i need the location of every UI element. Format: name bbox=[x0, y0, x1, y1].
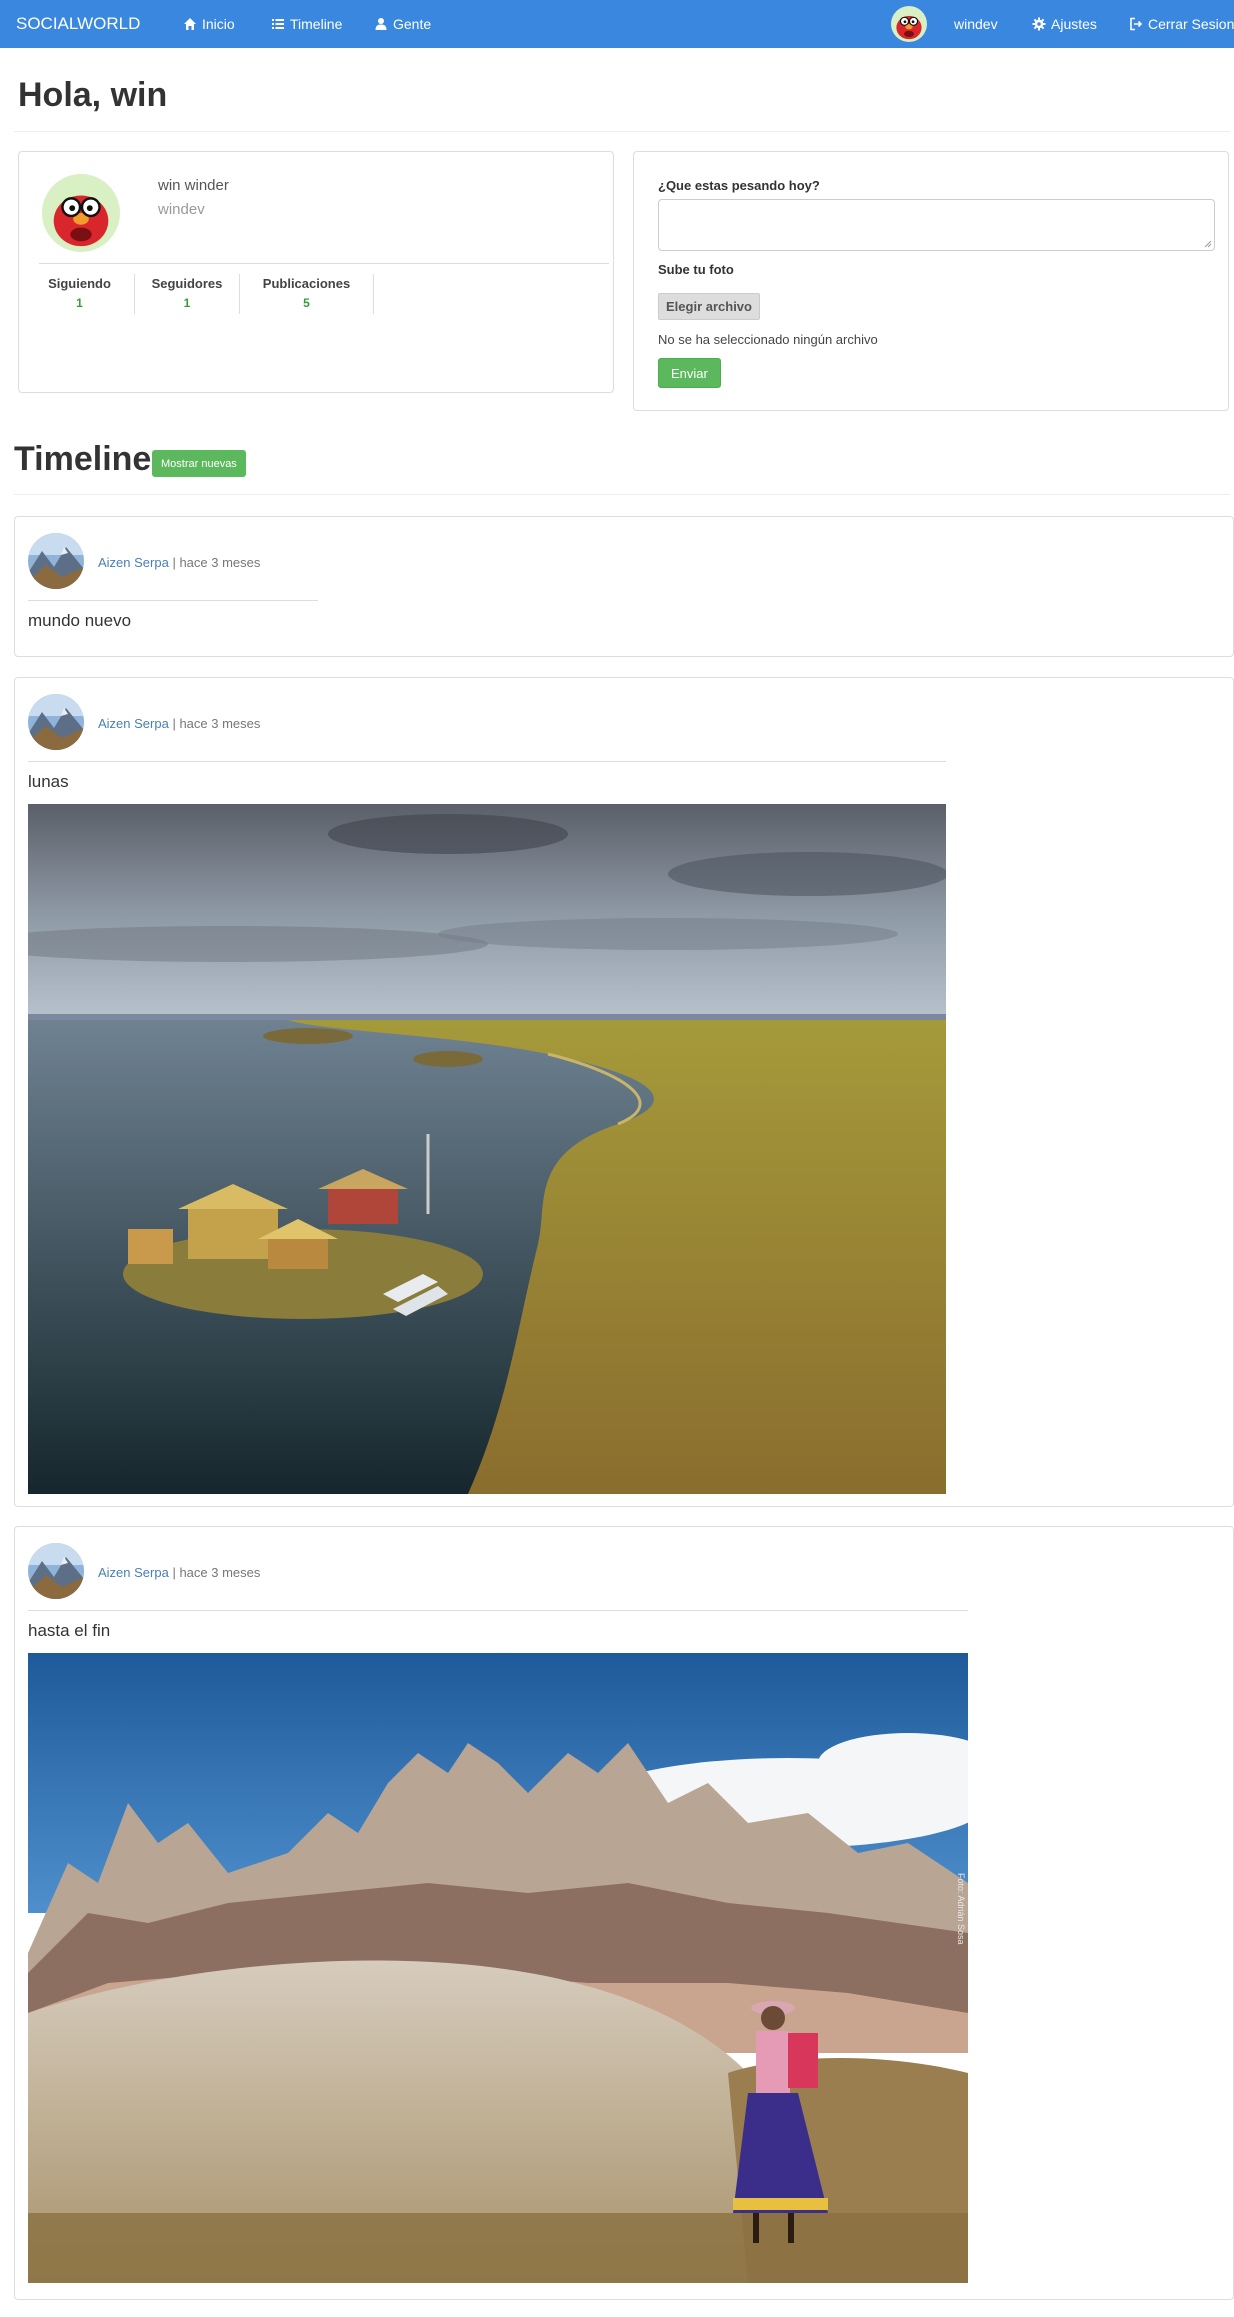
post-meta-separator: | bbox=[168, 716, 180, 731]
nav-timeline[interactable]: Timeline bbox=[271, 0, 342, 48]
stat-publicaciones[interactable]: Publicaciones 5 bbox=[240, 274, 374, 314]
stat-label: Siguiendo bbox=[48, 276, 111, 291]
send-button[interactable]: Enviar bbox=[658, 358, 721, 388]
timeline-title: Timeline bbox=[14, 440, 152, 478]
post-author-link[interactable]: Aizen Serpa bbox=[98, 1565, 169, 1580]
choose-file-button[interactable]: Elegir archivo bbox=[658, 293, 760, 320]
post-time: hace 3 meses bbox=[179, 555, 261, 570]
post-photo[interactable] bbox=[28, 804, 946, 1494]
rock-formations-photo: Foto: Adrián Sosa bbox=[28, 1653, 968, 2283]
post-text: lunas bbox=[28, 772, 69, 791]
nav-gente[interactable]: Gente bbox=[374, 0, 431, 48]
post-avatar[interactable] bbox=[28, 533, 84, 589]
post-divider bbox=[28, 600, 318, 601]
nav-inicio[interactable]: Inicio bbox=[183, 0, 235, 48]
post-meta-separator: | bbox=[168, 555, 180, 570]
profile-avatar[interactable] bbox=[42, 174, 120, 252]
post-author-link[interactable]: Aizen Serpa bbox=[98, 716, 169, 731]
user-icon bbox=[375, 18, 387, 30]
avatar-image bbox=[42, 174, 120, 252]
post-card: Aizen Serpa | hace 3 meses mundo nuevo bbox=[14, 516, 1234, 657]
nav-gente-label: Gente bbox=[393, 16, 432, 32]
photo-label: Sube tu foto bbox=[658, 262, 734, 277]
resize-handle-icon[interactable] bbox=[1204, 240, 1212, 248]
nav-ajustes-label: Ajustes bbox=[1051, 16, 1097, 32]
post-divider bbox=[28, 761, 946, 762]
post-author-link[interactable]: Aizen Serpa bbox=[98, 555, 169, 570]
profile-nick: windev bbox=[158, 201, 205, 218]
post-avatar[interactable] bbox=[28, 694, 84, 750]
nav-timeline-label: Timeline bbox=[290, 16, 343, 32]
profile-divider bbox=[39, 263, 609, 264]
stat-label: Seguidores bbox=[151, 276, 223, 291]
post-divider bbox=[28, 1610, 968, 1611]
avatar-image bbox=[891, 6, 927, 42]
stat-siguiendo[interactable]: Siguiendo 1 bbox=[25, 274, 135, 314]
post-meta-separator: | bbox=[168, 1565, 180, 1580]
lake-islands-photo bbox=[28, 804, 946, 1494]
file-status: No se ha seleccionado ningún archivo bbox=[658, 332, 878, 347]
divider bbox=[14, 131, 1230, 132]
brand-link[interactable]: SOCIALWORLD bbox=[16, 0, 140, 48]
page-title: Hola, win bbox=[18, 76, 168, 114]
post-time: hace 3 meses bbox=[179, 1565, 261, 1580]
home-icon bbox=[184, 18, 196, 30]
logout-icon bbox=[1130, 17, 1143, 31]
post-time: hace 3 meses bbox=[179, 716, 261, 731]
composer-panel: ¿Que estas pesando hoy? Sube tu foto Ele… bbox=[633, 151, 1229, 411]
stat-value: 1 bbox=[76, 296, 83, 310]
post-card: Aizen Serpa | hace 3 meses lunas bbox=[14, 677, 1234, 1507]
nav-inicio-label: Inicio bbox=[202, 16, 235, 32]
post-photo[interactable]: Foto: Adrián Sosa bbox=[28, 1653, 968, 2283]
nav-cerrar-sesion[interactable]: Cerrar Sesion bbox=[1129, 0, 1234, 48]
stat-seguidores[interactable]: Seguidores 1 bbox=[135, 274, 240, 314]
avatar-image bbox=[28, 694, 84, 750]
post-meta: Aizen Serpa | hace 3 meses bbox=[98, 716, 260, 731]
stat-label: Publicaciones bbox=[262, 276, 351, 291]
stat-value: 1 bbox=[183, 296, 191, 310]
status-label: ¿Que estas pesando hoy? bbox=[658, 178, 820, 193]
nav-username[interactable]: windev bbox=[954, 0, 998, 48]
photo-credit: Foto: Adrián Sosa bbox=[956, 1873, 966, 1945]
show-new-button[interactable]: Mostrar nuevas bbox=[152, 450, 246, 477]
nav-cerrar-sesion-label: Cerrar Sesion bbox=[1148, 16, 1234, 32]
post-avatar[interactable] bbox=[28, 1543, 84, 1599]
stat-value: 5 bbox=[303, 296, 310, 310]
profile-panel: win winder windev Siguiendo 1 Seguidores… bbox=[18, 151, 614, 393]
status-textarea[interactable] bbox=[658, 199, 1215, 251]
gear-icon bbox=[1032, 17, 1046, 31]
avatar-image bbox=[28, 533, 84, 589]
post-meta: Aizen Serpa | hace 3 meses bbox=[98, 555, 260, 570]
divider bbox=[14, 494, 1230, 495]
navbar: SOCIALWORLD Inicio Timeline Gente windev… bbox=[0, 0, 1234, 48]
nav-avatar[interactable] bbox=[891, 6, 927, 42]
post-text: mundo nuevo bbox=[28, 611, 132, 630]
post-card: Aizen Serpa | hace 3 meses hasta el fin bbox=[14, 1526, 1234, 2300]
profile-name: win winder bbox=[158, 177, 229, 194]
post-meta: Aizen Serpa | hace 3 meses bbox=[98, 1565, 260, 1580]
avatar-image bbox=[28, 1543, 84, 1599]
nav-ajustes[interactable]: Ajustes bbox=[1032, 0, 1097, 48]
post-text: hasta el fin bbox=[28, 1621, 111, 1640]
list-icon bbox=[272, 19, 284, 29]
